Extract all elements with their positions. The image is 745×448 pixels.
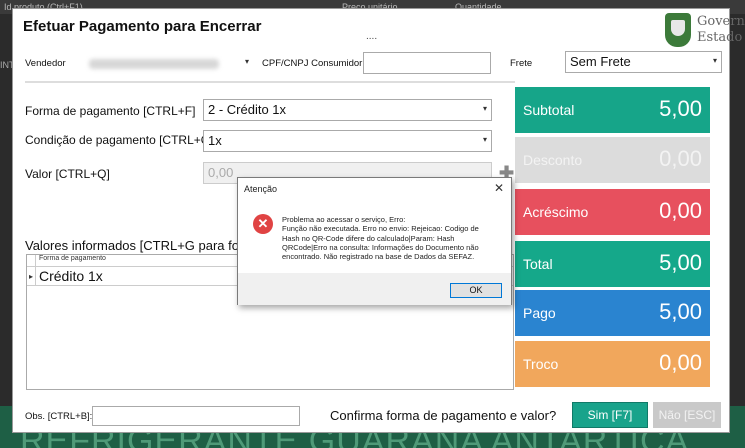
message-line: Hash no QR-Code difere do calculado|Para… <box>282 233 455 243</box>
troco-tile: Troco 0,00 <box>515 341 710 387</box>
total-tile: Total 5,00 <box>515 241 710 287</box>
logo-line-1: Governo <box>697 14 745 29</box>
chevron-down-icon: ▾ <box>712 56 717 65</box>
nao-button[interactable]: Não [ESC] <box>653 402 721 428</box>
condicao-label: Condição de pagamento [CTRL+O] <box>25 133 214 147</box>
subtotal-tile: Subtotal 5,00 <box>515 87 710 133</box>
error-message: Problema ao acessar o serviço, Erro: Fun… <box>282 215 508 261</box>
tile-label: Desconto <box>523 152 583 168</box>
chevron-down-icon: ▾ <box>244 57 249 66</box>
tile-value: 5,00 <box>659 96 702 121</box>
tile-value: 0,00 <box>659 350 702 375</box>
window-title: Efetuar Pagamento para Encerrar <box>23 18 262 35</box>
chevron-down-icon: ▾ <box>482 135 487 144</box>
logo-line-2: Estado <box>697 30 743 45</box>
pago-tile: Pago 5,00 <box>515 290 710 336</box>
row-cell-forma: Crédito 1x <box>39 268 103 284</box>
dialog-body: ✕ Problema ao acessar o serviço, Erro: F… <box>238 200 511 272</box>
obs-input[interactable] <box>92 406 300 426</box>
tile-value: 5,00 <box>659 250 702 275</box>
tile-label: Pago <box>523 305 556 321</box>
grid-row-header-divider <box>35 255 36 286</box>
confirm-question: Confirma forma de pagamento e valor? <box>330 408 557 423</box>
acrescimo-tile: Acréscimo 0,00 <box>515 189 710 235</box>
ok-button[interactable]: OK <box>450 283 502 298</box>
divider <box>25 81 515 83</box>
condicao-pagamento-select[interactable]: 1x ▾ <box>203 130 492 152</box>
message-line: Problema ao acessar o serviço, Erro: <box>282 215 406 224</box>
sim-button[interactable]: Sim [F7] <box>572 402 648 428</box>
cpf-input[interactable] <box>363 52 491 74</box>
vendedor-label: Vendedor <box>25 58 66 69</box>
government-logo: Governo Estado <box>663 11 745 51</box>
valor-label: Valor [CTRL+Q] <box>25 167 110 181</box>
desconto-tile: Desconto 0,00 <box>515 137 710 183</box>
obs-label: Obs. [CTRL+B]: <box>25 411 93 422</box>
close-icon[interactable]: ✕ <box>494 181 504 195</box>
forma-label: Forma de pagamento [CTRL+F] <box>25 104 196 118</box>
valores-informados-label: Valores informados [CTRL+G para fo <box>25 238 239 253</box>
message-line: encontrado. Não registrado na base de Da… <box>282 252 475 262</box>
forma-value: 2 - Crédito 1x <box>208 102 287 117</box>
tile-label: Troco <box>523 356 559 372</box>
tile-value: 0,00 <box>659 146 702 171</box>
forma-pagamento-select[interactable]: 2 - Crédito 1x ▾ <box>203 99 492 121</box>
condicao-value: 1x <box>208 133 222 148</box>
vendedor-name-redacted <box>89 59 219 69</box>
dialog-title: Atenção <box>244 184 278 194</box>
message-line: QRCode|Erro na consulta: Informações do … <box>282 242 479 252</box>
tile-label: Subtotal <box>523 102 575 118</box>
title-dots: .... <box>366 31 378 42</box>
cpf-label: CPF/CNPJ Consumidor <box>262 58 363 69</box>
error-dialog: Atenção ✕ ✕ Problema ao acessar o serviç… <box>237 177 512 305</box>
state-seal-icon <box>665 13 691 47</box>
message-line: Função não executada. Erro no envio: Rej… <box>282 224 479 234</box>
tile-value: 0,00 <box>659 198 702 223</box>
tile-value: 5,00 <box>659 299 702 324</box>
tile-label: Acréscimo <box>523 204 589 220</box>
row-selector-icon: ▸ <box>29 272 34 281</box>
frete-label: Frete <box>510 58 533 69</box>
vendedor-select[interactable]: ▾ <box>83 53 253 75</box>
chevron-down-icon: ▾ <box>482 104 487 113</box>
frete-value: Sem Frete <box>570 54 631 69</box>
tile-label: Total <box>523 256 553 272</box>
error-icon: ✕ <box>253 214 273 234</box>
frete-select[interactable]: Sem Frete ▾ <box>565 51 722 73</box>
